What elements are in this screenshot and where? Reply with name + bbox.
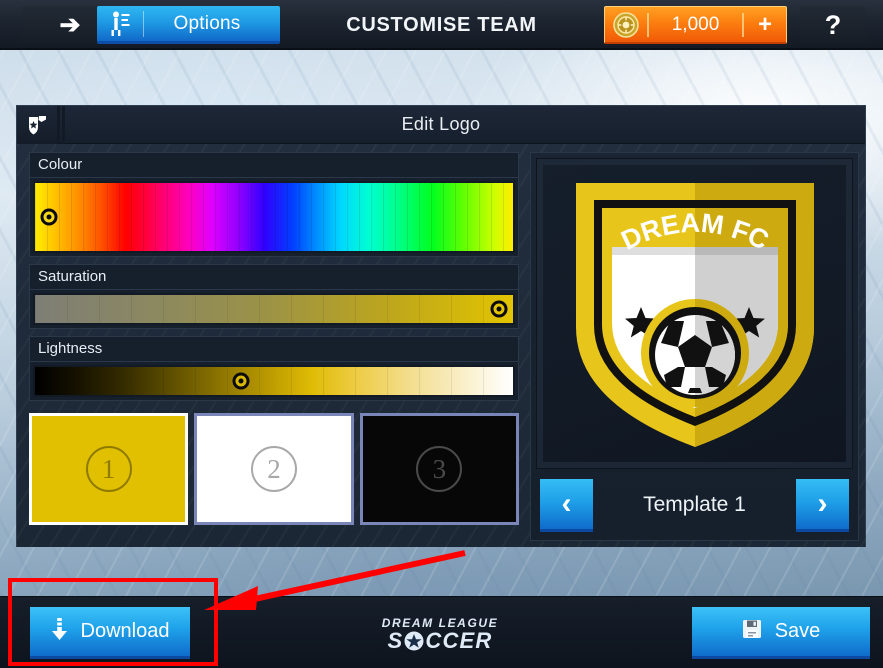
download-button[interactable]: Download — [30, 607, 190, 659]
coin-amount: 1,000 — [671, 13, 720, 35]
dream-league-soccer-logo: DREAM LEAGUE S CCER — [370, 611, 510, 657]
lightness-slider-label: Lightness — [29, 336, 519, 361]
star-icon — [404, 631, 424, 651]
colour-slider-label: Colour — [29, 152, 519, 177]
previous-template-button[interactable]: ‹ — [540, 478, 593, 532]
saturation-slider-handle[interactable] — [490, 300, 508, 318]
template-label: Template 1 — [643, 493, 746, 516]
saturation-slider-group: Saturation — [29, 264, 519, 329]
floppy-disk-icon — [742, 619, 762, 645]
chevron-right-icon: › — [817, 486, 828, 520]
player-stats-icon — [97, 11, 143, 37]
save-label: Save — [774, 620, 821, 642]
colour-swatch-2[interactable]: 2 — [194, 413, 354, 525]
template-navigation: ‹ Template 1 › — [536, 475, 853, 535]
swatch-number: 3 — [416, 446, 463, 492]
brand-letter-s: S — [387, 628, 404, 653]
saturation-slider[interactable] — [33, 293, 515, 325]
logo-preview-column: DREAM FC ‹ Template 1 › — [530, 152, 859, 541]
options-label: Options — [173, 12, 241, 34]
lightness-slider-handle[interactable] — [232, 372, 250, 390]
add-coins-plus-icon[interactable]: + — [744, 12, 786, 37]
saturation-gradient — [35, 295, 513, 323]
logo-preview: DREAM FC — [536, 158, 853, 469]
colour-slider-group: Colour — [29, 152, 519, 257]
swatch-number: 1 — [85, 446, 132, 492]
panel-title: Edit Logo — [401, 114, 481, 134]
edit-logo-panel: Edit Logo Colour Saturation Lightness 1 … — [16, 105, 866, 547]
colour-slider-handle[interactable] — [40, 208, 58, 226]
help-button[interactable]: ? — [800, 6, 866, 44]
panel-header: Edit Logo — [17, 105, 865, 144]
save-button[interactable]: Save — [692, 607, 870, 659]
download-label: Download — [80, 620, 170, 642]
brand-letters-ccer: CCER — [425, 628, 493, 653]
lightness-slider-wrap — [29, 361, 519, 401]
lightness-slider[interactable] — [33, 365, 515, 397]
colour-swatch-row: 1 2 3 — [29, 413, 519, 525]
saturation-slider-wrap — [29, 289, 519, 329]
team-crest-graphic: DREAM FC — [575, 182, 814, 447]
colour-controls-column: Colour Saturation Lightness 1 2 3 — [23, 152, 523, 541]
saturation-slider-label: Saturation — [29, 264, 519, 289]
top-navigation-bar: ➔ Options CUSTOMISE TEAM 1,000 + ? — [0, 0, 883, 50]
bottom-action-bar: Download DREAM LEAGUE S CCER Save — [0, 596, 883, 668]
options-button[interactable]: Options — [97, 6, 280, 44]
colour-swatch-3[interactable]: 3 — [359, 413, 519, 525]
colour-slider[interactable] — [33, 181, 515, 253]
coin-icon — [605, 11, 647, 38]
left-arrow-icon: ➔ — [59, 10, 81, 39]
download-arrow-icon — [51, 617, 68, 646]
colour-swatch-1[interactable]: 1 — [29, 413, 189, 525]
question-mark-icon: ? — [824, 9, 842, 40]
panel-body: Colour Saturation Lightness 1 2 3 DREAM … — [17, 144, 865, 547]
colour-slider-wrap — [29, 177, 519, 257]
swatch-number: 2 — [250, 446, 297, 492]
brand-line-2: S CCER — [387, 630, 492, 652]
chevron-left-icon: ‹ — [561, 486, 572, 520]
lightness-slider-group: Lightness — [29, 336, 519, 401]
next-template-button[interactable]: › — [796, 478, 849, 532]
coin-balance-button[interactable]: 1,000 + — [604, 6, 787, 44]
colour-gradient — [35, 183, 513, 251]
lightness-gradient — [35, 367, 513, 395]
